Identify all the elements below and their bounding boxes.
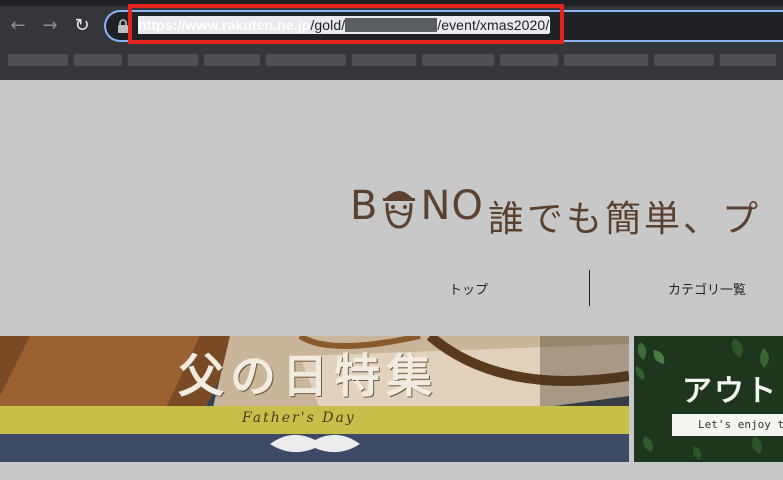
bookmarks-bar bbox=[0, 46, 783, 74]
bookmark-item[interactable] bbox=[500, 54, 558, 66]
bookmark-item[interactable] bbox=[204, 54, 260, 66]
bookmark-item[interactable] bbox=[74, 54, 122, 66]
url-highlight-box bbox=[128, 4, 564, 44]
bookmark-item[interactable] bbox=[352, 54, 416, 66]
bookmark-item[interactable] bbox=[8, 54, 68, 66]
face-icon bbox=[383, 191, 416, 229]
logo-letters-no: NO bbox=[420, 183, 484, 229]
bookmark-item[interactable] bbox=[128, 54, 198, 66]
nav-link-categories[interactable]: カテゴリ一覧 bbox=[668, 279, 746, 298]
banner-subtitle: Let's enjoy t bbox=[698, 418, 783, 431]
bookmark-item[interactable] bbox=[266, 54, 346, 66]
arrow-right-icon: → bbox=[42, 15, 58, 36]
web-page: B NO 誰でも簡単、プ トップ カテゴリ一覧 父の日特集 Father's D… bbox=[0, 80, 783, 480]
outdoor-banner[interactable]: アウトド Let's enjoy t bbox=[634, 336, 783, 462]
bookmark-item[interactable] bbox=[564, 54, 648, 66]
fathers-day-banner[interactable]: 父の日特集 Father's Day bbox=[0, 336, 629, 462]
banner-subtitle: Father's Day bbox=[242, 410, 356, 426]
bookmark-item[interactable] bbox=[654, 54, 714, 66]
nav-link-top[interactable]: トップ bbox=[449, 279, 488, 298]
site-tagline: 誰でも簡単、プ bbox=[488, 199, 762, 240]
reload-icon: ↻ bbox=[74, 15, 90, 36]
browser-chrome: ← → ↻ https://www.rakuten.ne.jp/gold//ev… bbox=[0, 0, 783, 80]
arrow-left-icon: ← bbox=[10, 15, 26, 36]
banner-title: アウトド bbox=[682, 374, 783, 409]
nav-divider bbox=[589, 270, 590, 306]
back-button[interactable]: ← bbox=[6, 14, 30, 38]
forward-button[interactable]: → bbox=[38, 14, 62, 38]
logo-letter-b: B bbox=[350, 183, 379, 229]
site-logo[interactable]: B NO bbox=[350, 182, 484, 230]
bookmark-item[interactable] bbox=[422, 54, 494, 66]
bookmark-item[interactable] bbox=[720, 54, 776, 66]
banner-title: 父の日特集 bbox=[178, 349, 438, 403]
reload-button[interactable]: ↻ bbox=[70, 14, 94, 38]
site-navigation: トップ カテゴリ一覧 bbox=[0, 270, 783, 306]
